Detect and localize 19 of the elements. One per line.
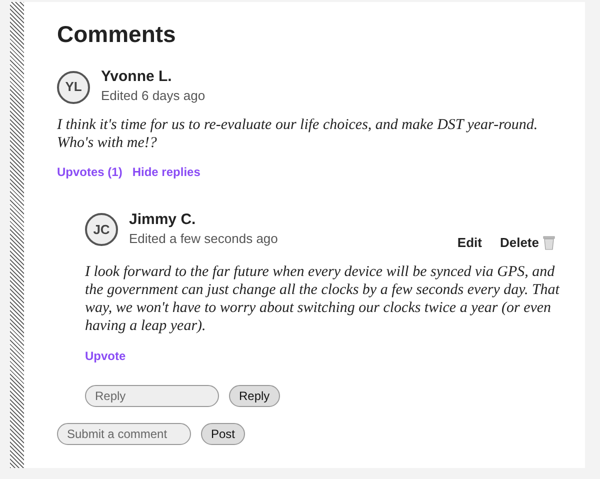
comment-text: I think it's time for us to re-evaluate our life choices, and make DST year-round. Who's with me!?	[57, 116, 539, 152]
reply-text: I look forward to the far future when every device will be synced via GPS, and the government can just change all the clocks by a few seconds every day. That way, we won't have to worry about switching our clocks twice a year (or even having a leap year).	[85, 262, 561, 334]
delete-link[interactable]: Delete	[500, 233, 539, 252]
edited-time: Edited 6 days ago	[101, 87, 206, 105]
submit-button[interactable]: Reply	[229, 384, 280, 406]
comment-action-link[interactable]: Hide replies	[132, 163, 200, 181]
page-title: Comments	[57, 20, 177, 48]
submit-button[interactable]: Post	[201, 422, 246, 444]
upvote-link[interactable]: Upvote	[85, 346, 126, 364]
comment-input[interactable]: Reply	[85, 384, 219, 406]
avatar: JC	[85, 213, 118, 246]
comment-input[interactable]: Submit a comment	[57, 422, 191, 444]
comment-action-link[interactable]: Upvotes (1)	[57, 163, 122, 181]
edited-time: Edited a few seconds ago	[129, 230, 278, 248]
edit-link[interactable]: Edit	[457, 233, 482, 252]
author-name: Jimmy C.	[129, 210, 197, 229]
avatar: YL	[57, 70, 90, 104]
author-name: Yvonne L.	[101, 68, 173, 86]
trash-icon[interactable]	[543, 236, 555, 250]
